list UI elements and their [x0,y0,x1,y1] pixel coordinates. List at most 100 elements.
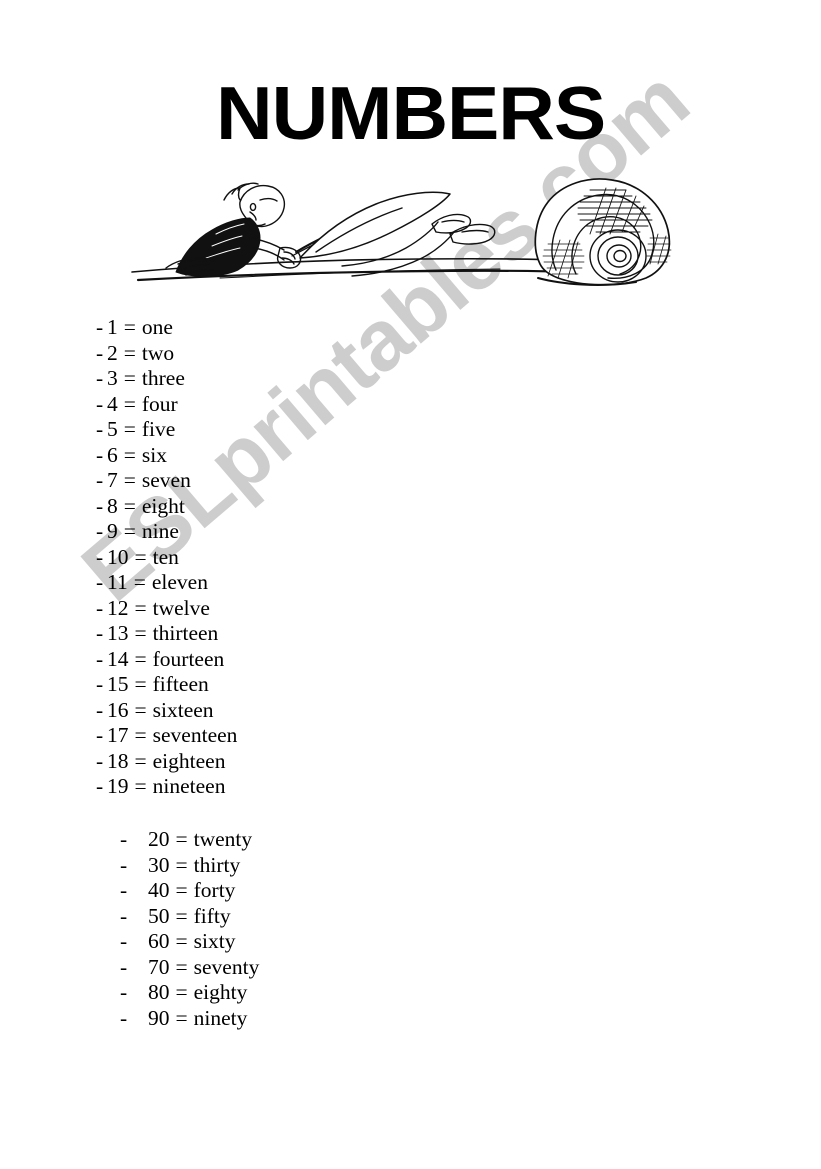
number-digits: 30 [148,852,170,877]
bullet-dash: - [96,774,104,798]
number-word: fifteen [152,672,209,696]
bullet-dash: - [96,646,104,671]
list-item: - 10 = ten [96,545,237,571]
bullet-dash: - [120,878,128,902]
bullet-dash: - [96,366,104,390]
number-word: nine [141,519,179,543]
numbers-list-units: - 1 = one - 2 = two - 3 = three - 4 = fo… [96,315,237,800]
bullet-dash: - [120,827,128,851]
number-digits: 7 [107,468,118,492]
list-item: - 50 = fifty [120,904,259,930]
number-digits: 90 [148,1005,170,1030]
equals-sign: = [123,493,136,518]
equals-sign: = [175,929,188,953]
number-word: nineteen [152,774,226,798]
number-word: sixty [193,929,236,953]
equals-sign: = [175,1005,188,1030]
number-word: sixteen [152,697,214,722]
number-digits: 12 [107,595,129,620]
list-item: - 14 = fourteen [96,647,237,673]
bullet-dash: - [96,621,104,645]
bullet-dash: - [96,570,104,594]
equals-sign: = [123,442,136,467]
equals-sign: = [175,980,188,1004]
equals-sign: = [134,697,147,722]
bullet-dash: - [96,417,104,441]
bullet-dash: - [120,954,128,979]
equals-sign: = [133,570,146,594]
number-digits: 3 [107,366,118,390]
number-word: six [141,442,167,467]
bullet-dash: - [120,903,128,928]
number-word: four [141,391,178,416]
number-word: thirteen [152,621,219,645]
equals-sign: = [175,954,188,979]
number-word: eighty [193,980,248,1004]
number-digits: 2 [107,340,118,365]
bullet-dash: - [96,672,104,696]
list-item: - 8 = eight [96,494,237,520]
bullet-dash: - [96,595,104,620]
list-item: - 19 = nineteen [96,774,237,800]
equals-sign: = [123,340,136,365]
bullet-dash: - [96,340,104,365]
equals-sign: = [175,878,188,902]
number-digits: 5 [107,417,118,441]
bullet-dash: - [96,748,104,773]
number-word: fourteen [152,646,225,671]
number-digits: 60 [148,929,170,953]
list-item: - 5 = five [96,417,237,443]
list-item: - 30 = thirty [120,853,259,879]
list-item: - 15 = fifteen [96,672,237,698]
bullet-dash: - [120,852,128,877]
bullet-dash: - [96,468,104,492]
equals-sign: = [175,827,188,851]
bullet-dash: - [96,493,104,518]
illustration-man-writing-on-scroll [120,160,710,290]
equals-sign: = [123,417,136,441]
list-item: - 11 = eleven [96,570,237,596]
number-word: thirty [193,852,241,877]
number-word: seventeen [152,723,238,747]
equals-sign: = [175,903,188,928]
equals-sign: = [134,544,147,569]
list-item: - 2 = two [96,341,237,367]
number-digits: 17 [107,723,129,747]
list-item: - 40 = forty [120,878,259,904]
list-item: - 80 = eighty [120,980,259,1006]
number-word: seven [141,468,191,492]
list-item: - 3 = three [96,366,237,392]
equals-sign: = [134,621,147,645]
list-item: - 16 = sixteen [96,698,237,724]
number-word: fifty [193,903,231,928]
number-digits: 1 [107,315,118,339]
number-word: eighteen [152,748,226,773]
number-digits: 20 [148,827,170,851]
number-word: five [141,417,176,441]
number-digits: 18 [107,748,129,773]
bullet-dash: - [96,442,104,467]
bullet-dash: - [120,1005,128,1030]
equals-sign: = [123,315,136,339]
list-item: - 18 = eighteen [96,749,237,775]
equals-sign: = [123,519,136,543]
list-item: - 20 = twenty [120,827,259,853]
equals-sign: = [123,468,136,492]
list-item: - 9 = nine [96,519,237,545]
number-word: one [141,315,173,339]
equals-sign: = [134,748,147,773]
number-digits: 13 [107,621,129,645]
bullet-dash: - [96,544,104,569]
bullet-dash: - [120,980,128,1004]
number-word: three [141,366,185,390]
number-digits: 8 [107,493,118,518]
equals-sign: = [134,595,147,620]
list-item: - 13 = thirteen [96,621,237,647]
number-word: seventy [193,954,260,979]
list-item: - 1 = one [96,315,237,341]
number-word: ten [152,544,179,569]
list-item: - 90 = ninety [120,1006,259,1032]
list-item: - 4 = four [96,392,237,418]
list-item: - 12 = twelve [96,596,237,622]
list-item: - 60 = sixty [120,929,259,955]
